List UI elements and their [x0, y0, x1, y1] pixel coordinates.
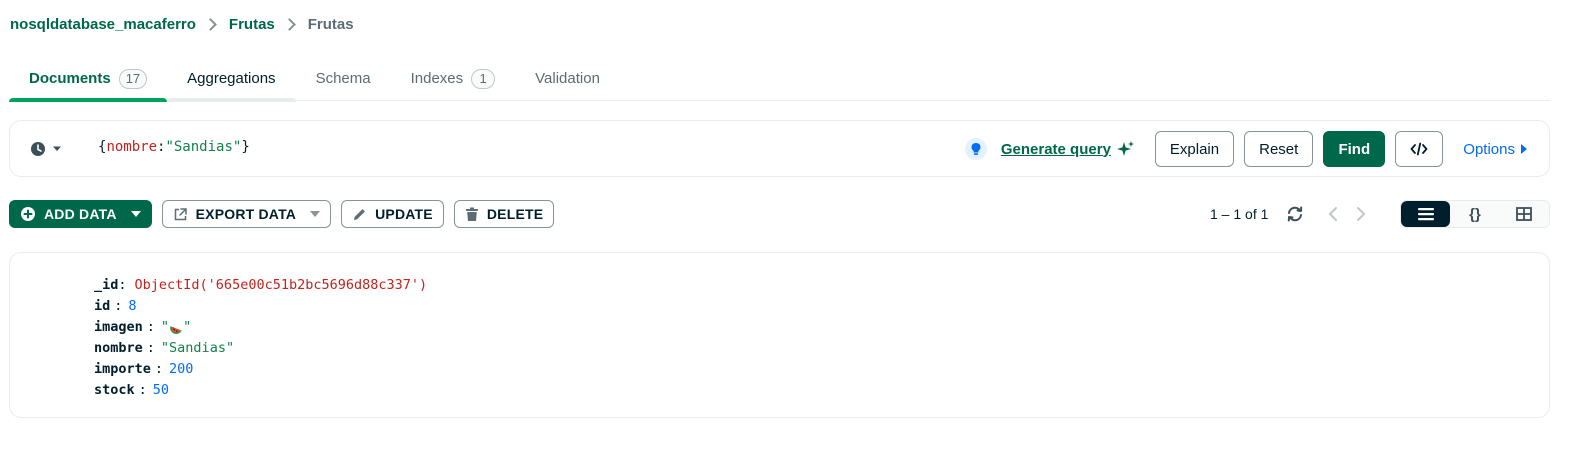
- field-separator: :: [114, 298, 123, 314]
- field-separator: :: [146, 319, 155, 335]
- filter-value: "Sandias": [165, 139, 242, 155]
- field-key: stock: [94, 382, 135, 398]
- collection-tabs: Documents 17 Aggregations Schema Indexes…: [9, 56, 1550, 102]
- breadcrumb: nosqldatabase_macaferro Frutas Frutas: [10, 14, 354, 34]
- pagination-range: 1 – 1 of 1: [1210, 206, 1269, 222]
- field-key: _id: [94, 277, 119, 293]
- caret-down-icon: [130, 211, 141, 217]
- options-toggle[interactable]: Options: [1463, 141, 1527, 158]
- chevron-right-icon: [282, 17, 296, 31]
- update-button[interactable]: UPDATE: [341, 200, 444, 228]
- lightbulb-icon: [964, 138, 987, 160]
- tab-label: Documents: [29, 70, 111, 87]
- tab-aggregations[interactable]: Aggregations: [167, 56, 296, 102]
- caret-down-icon: [310, 211, 321, 217]
- field-value-quote-close: ": [183, 319, 192, 335]
- watermelon-icon: [170, 325, 182, 334]
- field-separator: :: [154, 361, 164, 377]
- documents-count-badge: 17: [118, 68, 148, 89]
- tab-label: Aggregations: [187, 70, 276, 87]
- pencil-icon: [354, 208, 366, 220]
- document-field-_id: _id : ObjectId('665e00c51b2bc5696d88c337…: [94, 275, 427, 296]
- indexes-count-badge: 1: [471, 68, 496, 89]
- view-toggle: {}: [1400, 200, 1550, 228]
- filter-key: nombre: [106, 139, 158, 155]
- breadcrumb-collection[interactable]: Frutas: [229, 16, 275, 33]
- next-page-button[interactable]: [1356, 206, 1366, 222]
- previous-page-button[interactable]: [1328, 206, 1338, 222]
- field-key: importe: [94, 361, 151, 377]
- chevron-left-icon: [1329, 207, 1338, 221]
- reset-button[interactable]: Reset: [1244, 131, 1314, 167]
- explain-button[interactable]: Explain: [1154, 131, 1235, 167]
- document-fields: _id : ObjectId('665e00c51b2bc5696d88c337…: [94, 275, 427, 401]
- refresh-button[interactable]: [1286, 206, 1304, 222]
- tab-validation[interactable]: Validation: [515, 56, 620, 101]
- documents-toolbar: ADD DATA EXPORT DATA UPDATE DELETE: [9, 200, 555, 228]
- field-separator: :: [146, 340, 155, 356]
- field-value: 50: [152, 382, 170, 398]
- export-data-button[interactable]: EXPORT DATA: [161, 200, 332, 228]
- curly-braces-icon: {}: [1469, 205, 1481, 223]
- field-separator: :: [138, 382, 147, 398]
- document-field-importe: importe : 200: [94, 359, 427, 380]
- document-field-nombre: nombre : "Sandias": [94, 338, 427, 359]
- document-field-id: id : 8: [94, 296, 427, 317]
- delete-button[interactable]: DELETE: [453, 200, 555, 228]
- pagination: 1 – 1 of 1: [1210, 200, 1384, 228]
- generate-query-link[interactable]: Generate query: [1001, 141, 1111, 158]
- tab-label: Schema: [315, 70, 371, 87]
- json-view-button[interactable]: {}: [1450, 201, 1499, 227]
- clock-icon: [31, 142, 45, 156]
- find-button[interactable]: Find: [1323, 131, 1386, 167]
- query-history-button[interactable]: [30, 141, 62, 157]
- add-data-button[interactable]: ADD DATA: [9, 200, 152, 228]
- tab-label: Indexes: [410, 70, 464, 87]
- query-actions: Generate query Explain Reset Find Option…: [964, 131, 1527, 167]
- delete-label: DELETE: [486, 206, 544, 222]
- table-icon: [1516, 207, 1533, 221]
- field-key: id: [94, 298, 111, 314]
- field-value: 8: [128, 298, 137, 314]
- document-field-stock: stock : 50: [94, 380, 427, 401]
- export-icon: [174, 207, 187, 220]
- field-value: 200: [169, 361, 194, 377]
- chevron-right-icon: [1357, 207, 1366, 221]
- tab-documents[interactable]: Documents 17: [9, 56, 168, 102]
- field-separator: :: [118, 277, 127, 293]
- list-view-button[interactable]: [1401, 201, 1451, 227]
- trash-icon: [465, 207, 478, 221]
- query-bar: {nombre:"Sandias"} Generate query Explai…: [9, 120, 1550, 177]
- refresh-icon: [1288, 206, 1303, 222]
- field-key: nombre: [94, 340, 143, 356]
- tab-label: Validation: [535, 70, 600, 87]
- field-value: "Sandias": [160, 340, 235, 356]
- field-key: imagen: [94, 319, 143, 335]
- filter-input[interactable]: {nombre:"Sandias"}: [98, 139, 250, 155]
- sparkle-icon: [1116, 141, 1134, 156]
- export-code-button[interactable]: [1395, 131, 1444, 167]
- breadcrumb-database[interactable]: nosqldatabase_macaferro: [10, 16, 196, 33]
- document-field-imagen: imagen : " ": [94, 317, 427, 338]
- document-card[interactable]: _id : ObjectId('665e00c51b2bc5696d88c337…: [9, 252, 1550, 418]
- caret-right-icon: [1521, 144, 1527, 154]
- tab-indexes[interactable]: Indexes 1: [391, 56, 516, 101]
- breadcrumb-current: Frutas: [307, 15, 354, 33]
- field-value-quote-open: ": [160, 319, 170, 335]
- plus-circle-icon: [21, 207, 35, 221]
- tab-schema[interactable]: Schema: [296, 56, 391, 101]
- list-icon: [1417, 208, 1434, 221]
- options-label: Options: [1463, 140, 1515, 158]
- caret-down-icon: [53, 146, 61, 151]
- update-label: UPDATE: [375, 206, 433, 222]
- export-data-label: EXPORT DATA: [195, 206, 297, 222]
- add-data-label: ADD DATA: [44, 206, 117, 222]
- code-icon: [1410, 142, 1428, 156]
- field-value: ObjectId('665e00c51b2bc5696d88c337'): [134, 277, 428, 293]
- table-view-button[interactable]: [1500, 201, 1549, 227]
- filter-brace-close: }: [241, 139, 250, 155]
- chevron-right-icon: [204, 17, 217, 31]
